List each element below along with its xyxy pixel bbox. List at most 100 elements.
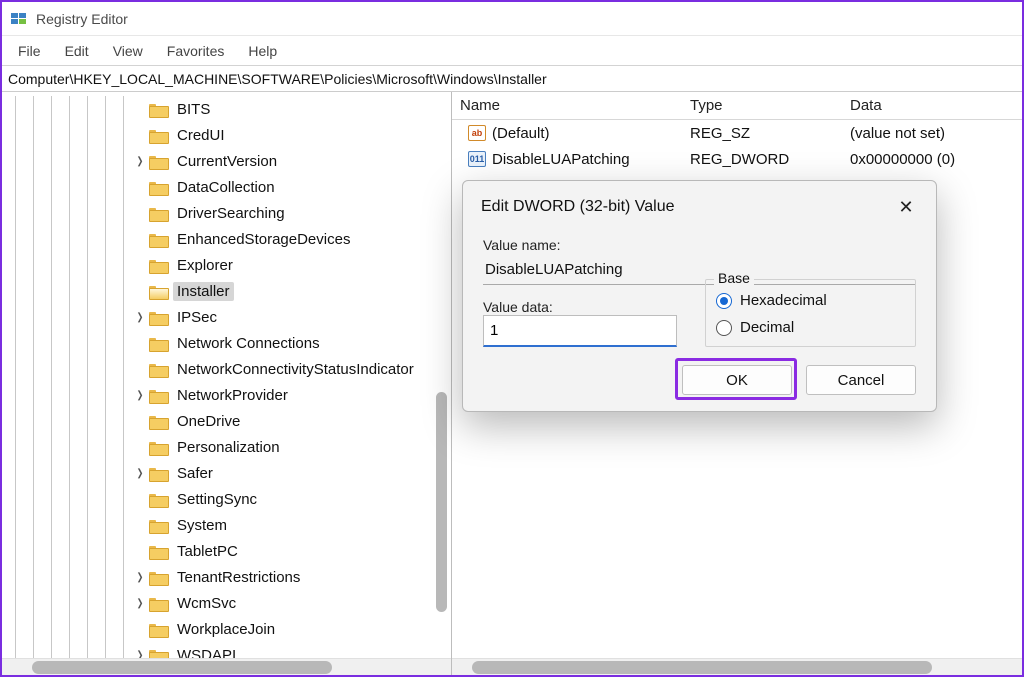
values-header: Name Type Data (452, 92, 1022, 120)
tree-node-label: Installer (173, 282, 234, 301)
menu-edit[interactable]: Edit (53, 39, 101, 63)
value-data: (value not set) (842, 123, 1022, 144)
tree-node-networkprovider[interactable]: ❯ NetworkProvider (2, 382, 451, 408)
expander-icon[interactable]: ❯ (134, 647, 147, 658)
col-data[interactable]: Data (842, 93, 1022, 118)
tree-node-label: WSDAPI (173, 646, 240, 659)
dialog-close-button[interactable]: ✕ (890, 193, 922, 221)
tree-node-explorer[interactable]: Explorer (2, 252, 451, 278)
tree-node-label: SettingSync (173, 490, 261, 509)
value-name: DisableLUAPatching (492, 151, 630, 168)
tree-node-label: DataCollection (173, 178, 279, 197)
menu-help[interactable]: Help (236, 39, 289, 63)
dialog-title: Edit DWORD (32-bit) Value (481, 198, 675, 216)
tree-vertical-scrollbar[interactable] (436, 392, 447, 612)
tree-node-enhancedstoragedevices[interactable]: EnhancedStorageDevices (2, 226, 451, 252)
tree-node-tenantrestrictions[interactable]: ❯TenantRestrictions (2, 564, 451, 590)
value-name: (Default) (492, 125, 550, 142)
tree-node-label: Explorer (173, 256, 237, 275)
tree-node-label: CurrentVersion (173, 152, 281, 171)
tree-node-label: BITS (173, 100, 214, 119)
tree-node-label: DriverSearching (173, 204, 289, 223)
expander-icon[interactable]: ❯ (134, 595, 147, 611)
radio-decimal[interactable]: Decimal (716, 319, 905, 336)
cancel-button[interactable]: Cancel (806, 365, 916, 395)
tree-node-system[interactable]: System (2, 512, 451, 538)
tree-node-currentversion[interactable]: ❯ CurrentVersion (2, 148, 451, 174)
value-type: REG_SZ (682, 123, 842, 144)
tree-node-label: NetworkProvider (173, 386, 292, 405)
folder-icon (149, 232, 167, 246)
tree-node-installer[interactable]: Installer (2, 278, 451, 304)
tree-node-wcmsvc[interactable]: ❯WcmSvc (2, 590, 451, 616)
tree-node-datacollection[interactable]: DataCollection (2, 174, 451, 200)
tree-node-label: System (173, 516, 231, 535)
registry-tree[interactable]: BITS CredUI ❯ CurrentVersion DataCollection D… (2, 96, 451, 658)
tree-node-network-connections[interactable]: Network Connections (2, 330, 451, 356)
tree-node-label: NetworkConnectivityStatusIndicator (173, 360, 418, 379)
base-legend: Base (714, 270, 754, 286)
tree-node-tabletpc[interactable]: TabletPC (2, 538, 451, 564)
expander-icon (134, 621, 147, 637)
tree-node-label: Network Connections (173, 334, 324, 353)
folder-icon (149, 362, 167, 376)
menu-file[interactable]: File (6, 39, 53, 63)
menu-view[interactable]: View (101, 39, 155, 63)
folder-icon (149, 414, 167, 428)
value-row[interactable]: ab(Default)REG_SZ(value not set) (452, 120, 1022, 146)
expander-icon[interactable]: ❯ (134, 309, 147, 325)
folder-icon (149, 154, 167, 168)
tree-node-credui[interactable]: CredUI (2, 122, 451, 148)
tree-node-driversearching[interactable]: DriverSearching (2, 200, 451, 226)
folder-icon (149, 622, 167, 636)
expander-icon[interactable]: ❯ (134, 387, 147, 403)
menu-favorites[interactable]: Favorites (155, 39, 237, 63)
expander-icon (134, 283, 147, 299)
expander-icon (134, 101, 147, 117)
tree-node-settingsync[interactable]: SettingSync (2, 486, 451, 512)
tree-node-workplacejoin[interactable]: WorkplaceJoin (2, 616, 451, 642)
address-bar[interactable]: Computer\HKEY_LOCAL_MACHINE\SOFTWARE\Pol… (2, 66, 1022, 92)
tree-node-bits[interactable]: BITS (2, 96, 451, 122)
expander-icon[interactable]: ❯ (134, 465, 147, 481)
expander-icon[interactable]: ❯ (134, 153, 147, 169)
base-groupbox: Base Hexadecimal Decimal (705, 279, 916, 347)
tree-node-ipsec[interactable]: ❯IPSec (2, 304, 451, 330)
folder-icon (149, 336, 167, 350)
radio-dec-indicator (716, 320, 732, 336)
folder-icon (149, 492, 167, 506)
value-row[interactable]: 011 DisableLUAPatching REG_DWORD0x00000000… (452, 146, 1022, 172)
tree-node-networkconnectivitystatusindicator[interactable]: NetworkConnectivityStatusIndicator (2, 356, 451, 382)
folder-icon (149, 466, 167, 480)
value-data-input[interactable] (483, 315, 677, 347)
registry-editor-window: Registry Editor File Edit View Favorites… (0, 0, 1024, 677)
expander-icon[interactable]: ❯ (134, 569, 147, 585)
menubar: File Edit View Favorites Help (2, 36, 1022, 66)
radio-hexadecimal[interactable]: Hexadecimal (716, 292, 905, 309)
tree-node-label: Safer (173, 464, 217, 483)
tree-horizontal-scrollbar[interactable] (2, 658, 451, 675)
col-name[interactable]: Name (452, 93, 682, 118)
expander-icon (134, 231, 147, 247)
tree-node-label: OneDrive (173, 412, 244, 431)
expander-icon (134, 257, 147, 273)
value-data: 0x00000000 (0) (842, 149, 1022, 170)
value-type: REG_DWORD (682, 149, 842, 170)
tree-node-onedrive[interactable]: OneDrive (2, 408, 451, 434)
expander-icon (134, 413, 147, 429)
radio-hex-label: Hexadecimal (740, 292, 827, 309)
expander-icon (134, 205, 147, 221)
values-horizontal-scrollbar[interactable] (452, 658, 1022, 675)
tree-node-wsdapi[interactable]: ❯ WSDAPI (2, 642, 451, 658)
dword-value-icon: 011 (468, 151, 486, 167)
folder-icon (149, 180, 167, 194)
folder-icon (149, 388, 167, 402)
folder-icon (149, 440, 167, 454)
col-type[interactable]: Type (682, 93, 842, 118)
expander-icon (134, 491, 147, 507)
folder-icon (149, 206, 167, 220)
tree-node-label: CredUI (173, 126, 229, 145)
ok-button[interactable]: OK (682, 365, 792, 395)
tree-node-personalization[interactable]: Personalization (2, 434, 451, 460)
tree-node-safer[interactable]: ❯ Safer (2, 460, 451, 486)
